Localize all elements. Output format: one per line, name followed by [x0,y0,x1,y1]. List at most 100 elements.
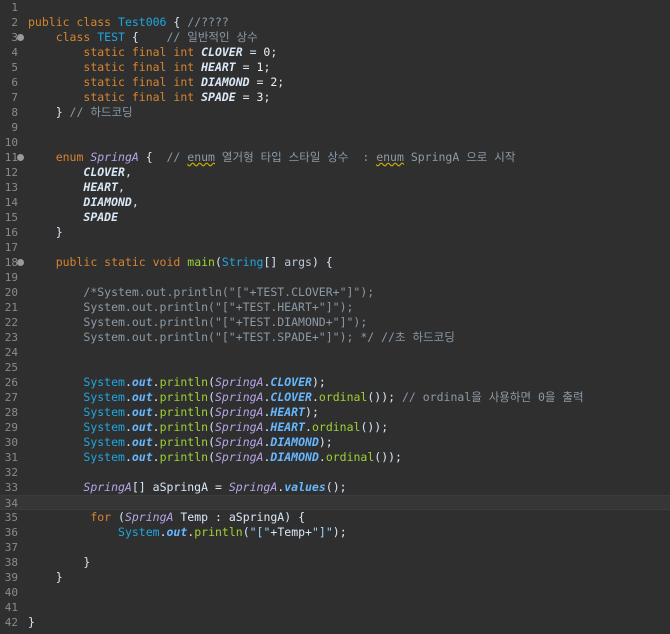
code-token: static final int [83,60,202,74]
code-line[interactable]: 22 System.out.println("["+TEST.DIAMOND+"… [0,315,670,330]
code-text: HEART, [28,180,125,195]
code-text: System.out.println(SpringA.CLOVER); [28,375,325,390]
code-token: SpringA [83,480,132,494]
code-line[interactable]: 36 System.out.println("["+Temp+"]"); [0,525,670,540]
code-line[interactable]: 15 SPADE [0,210,670,225]
line-number: 26 [4,376,18,389]
fold-toggle-icon[interactable] [17,34,24,41]
line-number: 38 [4,556,18,569]
code-token: SpringA [90,150,139,164]
code-line[interactable]: 10 [0,135,670,150]
code-line[interactable]: 29 System.out.println(SpringA.HEART.ordi… [0,420,670,435]
line-number: 29 [4,421,18,434]
code-line[interactable]: 30 System.out.println(SpringA.DIAMOND); [0,435,670,450]
code-token: out [166,525,188,539]
code-line[interactable]: 8 } // 하드코딩 [0,105,670,120]
code-token: SpringA [124,510,174,524]
line-number: 30 [4,436,18,449]
line-number: 31 [4,451,18,464]
code-line[interactable]: 23 System.out.println("["+TEST.SPADE+"]"… [0,330,670,345]
line-number: 14 [4,196,18,209]
code-line[interactable]: 9 [0,120,670,135]
code-text: System.out.println("["+Temp+"]"); [28,525,347,540]
code-token: println [159,420,209,434]
fold-toggle-icon[interactable] [17,259,24,266]
line-number: 36 [4,526,18,539]
code-line[interactable]: 5 static final int HEART = 1; [0,60,670,75]
code-line[interactable]: 41 [0,600,670,615]
line-number: 15 [4,211,18,224]
code-line[interactable]: 11 enum SpringA { // enum 열거형 타입 스타일 상수 … [0,150,670,165]
code-line[interactable]: 18 public static void main(String[] args… [0,255,670,270]
code-line[interactable]: 35 for (SpringA Temp : aSpringA) { [0,510,670,525]
code-line[interactable]: 32 [0,465,670,480]
code-line[interactable]: 1 [0,0,670,15]
code-line[interactable]: 7 static final int SPADE = 3; [0,90,670,105]
code-token: . [152,420,160,434]
code-text: public static void main(String[] args) { [28,255,333,270]
code-line[interactable]: 25 [0,360,670,375]
code-token: ()); [367,390,402,404]
code-line[interactable]: 28 System.out.println(SpringA.HEART); [0,405,670,420]
code-text: System.out.println("["+TEST.DIAMOND+"]")… [28,315,367,330]
code-token: . [159,525,167,539]
code-line[interactable]: 38 } [0,555,670,570]
code-token: HEART [201,60,236,74]
code-text: System.out.println(SpringA.HEART.ordinal… [28,420,388,435]
code-token: out [131,420,153,434]
code-token: System [118,525,160,539]
code-token: enum [187,150,215,164]
code-token: . [152,375,160,389]
code-line[interactable]: 33 SpringA[] aSpringA = SpringA.values()… [0,480,670,495]
code-line[interactable]: 13 HEART, [0,180,670,195]
line-number: 8 [11,106,18,119]
code-token: { [138,150,167,164]
code-line[interactable]: 17 [0,240,670,255]
code-line[interactable]: 27 System.out.println(SpringA.CLOVER.ord… [0,390,670,405]
code-line[interactable]: 14 DIAMOND, [0,195,670,210]
code-token: // [166,150,188,164]
code-line[interactable]: 21 System.out.println("["+TEST.HEART+"]"… [0,300,670,315]
code-token: out [131,390,153,404]
code-token: ; [263,90,271,104]
code-text: static final int DIAMOND = 2; [28,75,284,90]
code-token: println [159,450,209,464]
code-line[interactable]: 20 /*System.out.println("["+TEST.CLOVER+… [0,285,670,300]
code-token: } [28,555,91,569]
code-line[interactable]: 26 System.out.println(SpringA.CLOVER); [0,375,670,390]
code-token: SPADE [201,90,236,104]
code-line[interactable]: 37 [0,540,670,555]
code-text: static final int CLOVER = 0; [28,45,277,60]
code-line[interactable]: 39 } [0,570,670,585]
line-number: 23 [4,331,18,344]
code-line[interactable]: 34 [0,495,670,510]
code-line[interactable]: 6 static final int DIAMOND = 2; [0,75,670,90]
code-token: , [124,165,132,179]
code-token: // 일반적인 상수 [166,30,258,44]
code-line[interactable]: 12 CLOVER, [0,165,670,180]
code-token: HEART [270,405,306,419]
code-line[interactable]: 3 class TEST { // 일반적인 상수 [0,30,670,45]
code-editor[interactable]: 1 2 public class Test006 { //???? 3 class T… [0,0,670,634]
code-line[interactable]: 31 System.out.println(SpringA.DIAMOND.or… [0,450,670,465]
code-token: SpringA [215,450,264,464]
code-token: public static void [55,255,188,269]
code-line[interactable]: 4 static final int CLOVER = 0; [0,45,670,60]
code-line[interactable]: 24 [0,345,670,360]
code-token: ordinal [311,420,361,434]
line-number: 7 [11,91,18,104]
code-line[interactable]: 19 [0,270,670,285]
code-line[interactable]: 2 public class Test006 { //???? [0,15,670,30]
code-line[interactable]: 16 } [0,225,670,240]
code-token: ); [305,405,319,419]
code-line[interactable]: 40 [0,585,670,600]
code-line[interactable]: 42} [0,615,670,630]
code-token: class [76,15,119,29]
code-token: = [235,60,257,74]
fold-toggle-icon[interactable] [17,154,24,161]
